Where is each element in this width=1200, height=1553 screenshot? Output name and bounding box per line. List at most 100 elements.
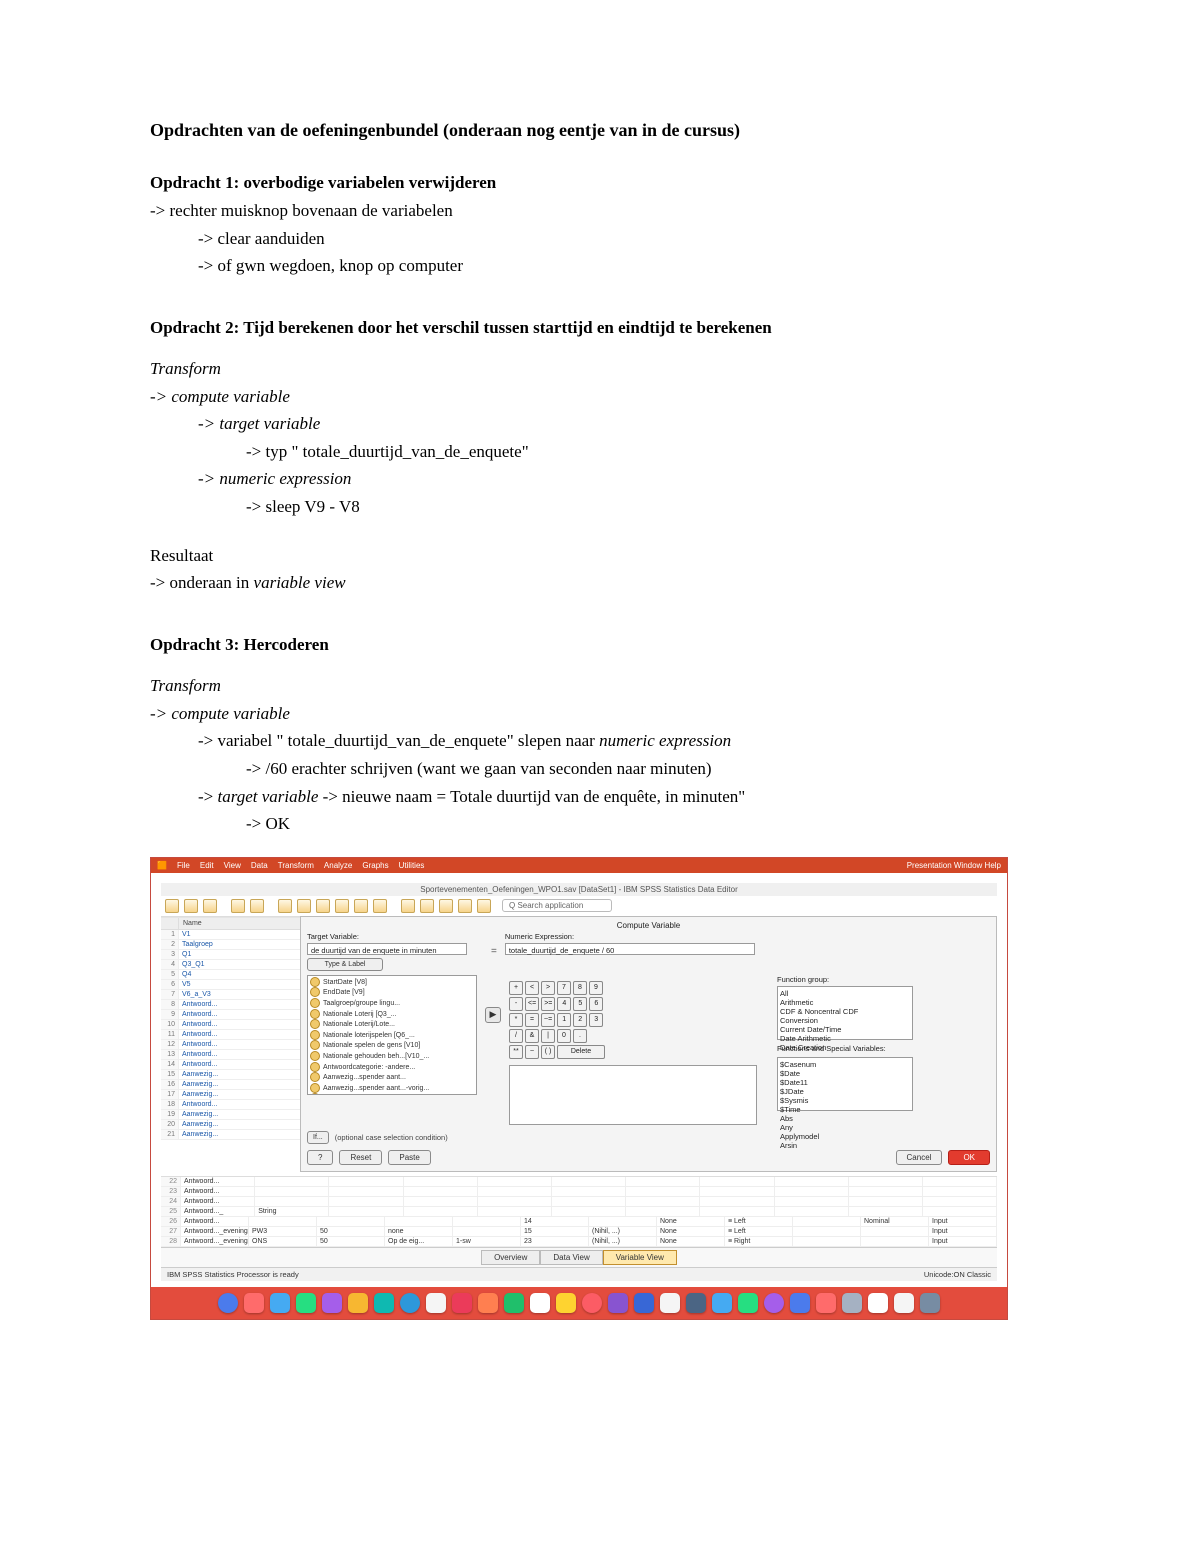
grid-row[interactable]: 18Antwoord... xyxy=(161,1100,301,1110)
dock-app-icon[interactable] xyxy=(868,1293,888,1313)
kp-6[interactable]: 6 xyxy=(589,997,603,1011)
dock-app-icon[interactable] xyxy=(348,1293,368,1313)
reset-button[interactable]: Reset xyxy=(339,1150,382,1165)
toolbar-value-labels-icon[interactable] xyxy=(458,899,472,913)
grid-row[interactable]: 14Antwoord... xyxy=(161,1060,301,1070)
variable-item[interactable]: Antwoordcategorie: -andere... xyxy=(310,1062,474,1073)
dock-app-icon[interactable] xyxy=(842,1293,862,1313)
function-item[interactable]: $Sysmis xyxy=(780,1096,910,1105)
menu-item[interactable]: Analyze xyxy=(324,861,352,870)
dock-app-icon[interactable] xyxy=(504,1293,524,1313)
kp-eq[interactable]: = xyxy=(525,1013,539,1027)
function-item[interactable]: Abs xyxy=(780,1114,910,1123)
kp-and[interactable]: & xyxy=(525,1029,539,1043)
grid-row[interactable]: 23Antwoord... xyxy=(161,1187,997,1197)
dock-app-icon[interactable] xyxy=(218,1293,238,1313)
dock-app-icon[interactable] xyxy=(374,1293,394,1313)
function-item[interactable]: Arsin xyxy=(780,1141,910,1150)
function-item[interactable]: $Casenum xyxy=(780,1060,910,1069)
kp-3[interactable]: 3 xyxy=(589,1013,603,1027)
dock-app-icon[interactable] xyxy=(426,1293,446,1313)
grid-row[interactable]: 5Q4 xyxy=(161,970,301,980)
variable-item[interactable]: Aanwezig...spender aant...-vorig... xyxy=(310,1093,474,1094)
search-input[interactable]: Q Search application xyxy=(502,899,612,912)
dock-app-icon[interactable] xyxy=(244,1293,264,1313)
menu-item[interactable]: Graphs xyxy=(362,861,388,870)
grid-row[interactable]: 2Taalgroep xyxy=(161,940,301,950)
kp-2[interactable]: 2 xyxy=(573,1013,587,1027)
toolbar-print-icon[interactable] xyxy=(203,899,217,913)
function-item[interactable]: Applymodel xyxy=(780,1132,910,1141)
move-right-button[interactable]: ▶ xyxy=(485,1007,501,1023)
dock-app-icon[interactable] xyxy=(296,1293,316,1313)
function-item[interactable]: $JDate xyxy=(780,1087,910,1096)
function-group-item[interactable]: Conversion xyxy=(780,1016,910,1025)
kp-4[interactable]: 4 xyxy=(557,997,571,1011)
grid-row[interactable]: 1V1 xyxy=(161,930,301,940)
dock-app-icon[interactable] xyxy=(322,1293,342,1313)
tab-overview[interactable]: Overview xyxy=(481,1250,540,1265)
kp-ge[interactable]: >= xyxy=(541,997,555,1011)
function-group-item[interactable]: All xyxy=(780,989,910,998)
grid-row[interactable]: 15Aanwezig... xyxy=(161,1070,301,1080)
menu-item[interactable]: Edit xyxy=(200,861,214,870)
dock-app-icon[interactable] xyxy=(686,1293,706,1313)
toolbar-chart2-icon[interactable] xyxy=(354,899,368,913)
variable-item[interactable]: Nationale Loterij [Q3_... xyxy=(310,1009,474,1020)
grid-row[interactable]: 13Antwoord... xyxy=(161,1050,301,1060)
grid-row[interactable]: 16Aanwezig... xyxy=(161,1080,301,1090)
grid-row[interactable]: 27Antwoord..._eveningPW350none15(Nihil, … xyxy=(161,1227,997,1237)
paste-button[interactable]: Paste xyxy=(388,1150,430,1165)
function-item[interactable]: $Time xyxy=(780,1105,910,1114)
grid-row[interactable]: 17Aanwezig... xyxy=(161,1090,301,1100)
variable-item[interactable]: Aanwezig...spender aant... xyxy=(310,1072,474,1083)
grid-row[interactable]: 24Antwoord... xyxy=(161,1197,997,1207)
toolbar-chart-icon[interactable] xyxy=(335,899,349,913)
kp-5[interactable]: 5 xyxy=(573,997,587,1011)
dock-app-icon[interactable] xyxy=(894,1293,914,1313)
target-variable-input[interactable]: de duurtijd van de enquete in minuten xyxy=(307,943,467,955)
dock-app-icon[interactable] xyxy=(764,1293,784,1313)
variable-item[interactable]: StartDate [V8] xyxy=(310,977,474,988)
ok-button[interactable]: OK xyxy=(948,1150,990,1165)
grid-row[interactable]: 20Aanwezig... xyxy=(161,1120,301,1130)
grid-row[interactable]: 9Antwoord... xyxy=(161,1010,301,1020)
grid-row[interactable]: 19Aanwezig... xyxy=(161,1110,301,1120)
grid-bottom-rows[interactable]: 22Antwoord...23Antwoord...24Antwoord...2… xyxy=(161,1176,997,1247)
dock-app-icon[interactable] xyxy=(400,1293,420,1313)
kp-9[interactable]: 9 xyxy=(589,981,603,995)
toolbar-save-icon[interactable] xyxy=(184,899,198,913)
dock-app-icon[interactable] xyxy=(478,1293,498,1313)
menu-item[interactable]: Utilities xyxy=(399,861,425,870)
kp-1[interactable]: 1 xyxy=(557,1013,571,1027)
grid-row[interactable]: 6V5 xyxy=(161,980,301,990)
menu-item[interactable]: Data xyxy=(251,861,268,870)
numeric-expression-input[interactable]: totale_duurtijd_de_enquete / 60 xyxy=(505,943,755,955)
grid-row[interactable]: 12Antwoord... xyxy=(161,1040,301,1050)
dock-app-icon[interactable] xyxy=(634,1293,654,1313)
dock-app-icon[interactable] xyxy=(712,1293,732,1313)
variable-item[interactable]: Taalgroep/groupe lingu... xyxy=(310,998,474,1009)
kp-div[interactable]: / xyxy=(509,1029,523,1043)
cancel-button[interactable]: Cancel xyxy=(896,1150,943,1165)
menu-item[interactable]: Transform xyxy=(278,861,314,870)
toolbar-run-icon[interactable] xyxy=(373,899,387,913)
toolbar-redo-icon[interactable] xyxy=(250,899,264,913)
toolbar-labels-icon[interactable] xyxy=(439,899,453,913)
function-group-list[interactable]: AllArithmeticCDF & Noncentral CDFConvers… xyxy=(777,986,913,1040)
kp-plus[interactable]: + xyxy=(509,981,523,995)
kp-not[interactable]: ~ xyxy=(525,1045,539,1059)
functions-list[interactable]: $Casenum$Date$Date11$JDate$Sysmis$TimeAb… xyxy=(777,1057,913,1111)
function-group-item[interactable]: CDF & Noncentral CDF xyxy=(780,1007,910,1016)
kp-gt[interactable]: > xyxy=(541,981,555,995)
variable-item[interactable]: EndDate [V9] xyxy=(310,987,474,998)
kp-or[interactable]: | xyxy=(541,1029,555,1043)
variable-item[interactable]: Aanwezig...spender aant...-vorig... xyxy=(310,1083,474,1094)
type-label-button[interactable]: Type & Label xyxy=(307,958,383,971)
help-button[interactable]: ? xyxy=(307,1150,333,1165)
dock-app-icon[interactable] xyxy=(452,1293,472,1313)
grid-row[interactable]: 21Aanwezig... xyxy=(161,1130,301,1140)
kp-0[interactable]: 0 xyxy=(557,1029,571,1043)
toolbar-goto-icon[interactable] xyxy=(278,899,292,913)
variable-item[interactable]: Nationale spelen de gens [V10] xyxy=(310,1040,474,1051)
